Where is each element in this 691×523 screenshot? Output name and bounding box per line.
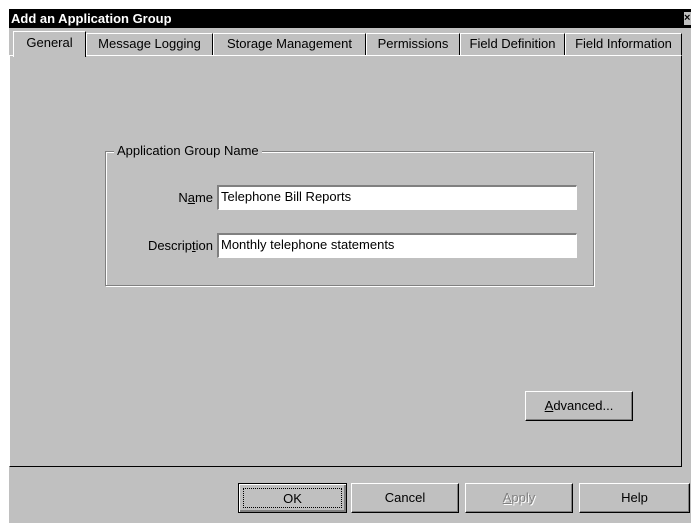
tab-field-definition[interactable]: Field Definition — [460, 33, 565, 55]
window-title: Add an Application Group — [11, 11, 172, 26]
tab-label: Permissions — [377, 36, 449, 51]
description-field[interactable]: Monthly telephone statements — [217, 233, 577, 258]
ok-focus-rect: OK — [243, 488, 342, 508]
tab-label: General — [26, 35, 73, 50]
tab-message-logging[interactable]: Message Logging — [86, 33, 213, 55]
cancel-button[interactable]: Cancel — [351, 483, 459, 513]
advanced-button[interactable]: Advanced... — [525, 391, 633, 421]
tab-label: Storage Management — [226, 36, 353, 51]
name-label: Name — [160, 190, 213, 206]
help-button[interactable]: Help — [579, 483, 690, 513]
cancel-label: Cancel — [384, 490, 426, 505]
tab-field-information[interactable]: Field Information — [565, 33, 682, 55]
apply-button[interactable]: Apply — [465, 483, 573, 513]
tab-permissions[interactable]: Permissions — [366, 33, 460, 55]
tab-storage-management[interactable]: Storage Management — [213, 33, 366, 55]
name-field[interactable]: Telephone Bill Reports — [217, 185, 577, 210]
title-bar: Add an Application Group × — [9, 9, 691, 28]
ok-button[interactable]: OK — [238, 483, 347, 513]
name-label-post: me — [194, 190, 213, 205]
tab-label: Field Information — [575, 36, 672, 51]
description-label-post: ion — [195, 238, 213, 253]
groupbox-legend: Application Group Name — [114, 143, 262, 159]
help-label: Help — [621, 490, 648, 505]
application-group-name-groupbox — [105, 151, 594, 286]
tab-label: Field Definition — [469, 36, 556, 51]
name-label-mnemonic: a — [187, 190, 195, 205]
ok-label: OK — [283, 491, 302, 506]
apply-label-rest: pply — [511, 490, 536, 505]
close-icon[interactable]: × — [684, 12, 691, 25]
advanced-label-rest: dvanced... — [553, 398, 614, 413]
name-label-pre: N — [178, 190, 188, 205]
tab-general[interactable]: General — [13, 31, 86, 57]
description-label-pre: Descrip — [147, 238, 193, 253]
tab-label: Message Logging — [98, 36, 201, 51]
description-label: Description — [130, 238, 213, 254]
